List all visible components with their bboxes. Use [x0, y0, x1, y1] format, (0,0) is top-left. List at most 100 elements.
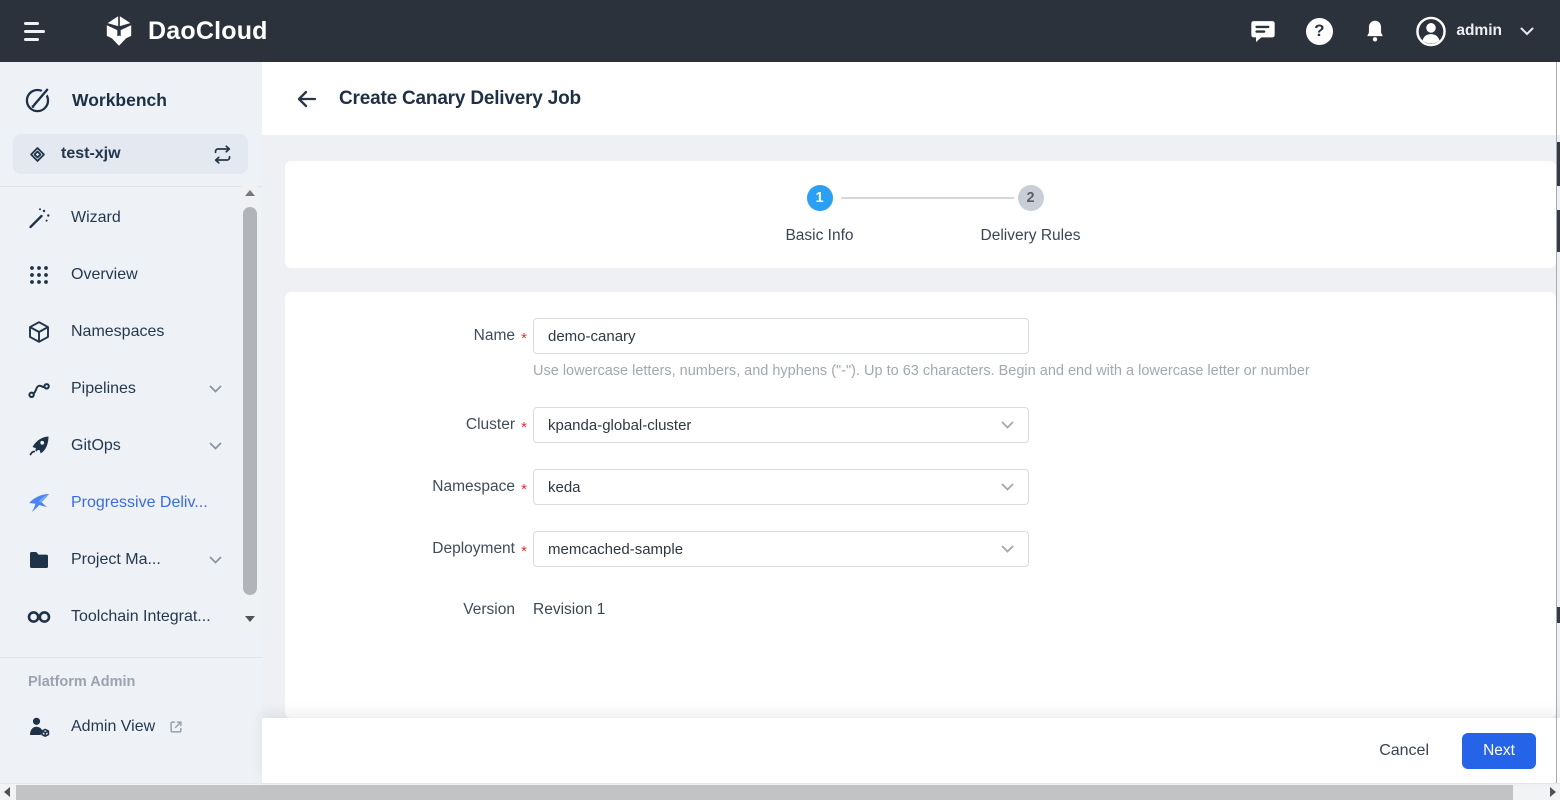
- sidebar-item-label: Overview: [71, 266, 138, 284]
- deployment-label: Deployment: [285, 540, 515, 558]
- chat-icon[interactable]: [1248, 16, 1278, 46]
- scroll-left-arrow[interactable]: [4, 787, 10, 797]
- name-label: Name: [285, 327, 515, 345]
- workbench-icon: [24, 86, 52, 114]
- sidebar-item-admin-view[interactable]: Admin View: [0, 698, 262, 755]
- version-value: Revision 1: [533, 601, 605, 619]
- chevron-down-icon: [1001, 545, 1014, 553]
- sidebar: Workbench test-xjw: [0, 62, 262, 783]
- workspace-name: test-xjw: [61, 145, 121, 163]
- workbench-title: Workbench: [72, 90, 167, 111]
- switch-workspace-icon[interactable]: [212, 144, 233, 165]
- workspace-selector[interactable]: test-xjw: [13, 134, 248, 174]
- body: Workbench test-xjw: [0, 62, 1560, 783]
- horizontal-scrollbar-thumb[interactable]: [16, 785, 1513, 800]
- sidebar-item-progressive-delivery[interactable]: Progressive Deliv...: [0, 474, 262, 531]
- cluster-field-row: Cluster * kpanda-global-cluster: [285, 407, 1556, 443]
- external-link-icon: [167, 718, 185, 736]
- required-marker-spacer: [515, 608, 533, 612]
- sidebar-scrollbar[interactable]: [242, 184, 258, 628]
- platform-admin-section-label: Platform Admin: [0, 658, 262, 690]
- deployment-select[interactable]: memcached-sample: [533, 531, 1029, 567]
- cluster-select[interactable]: kpanda-global-cluster: [533, 407, 1029, 443]
- user-avatar[interactable]: [1416, 16, 1446, 46]
- cluster-label: Cluster: [285, 416, 515, 434]
- sidebar-item-label: GitOps: [71, 437, 121, 455]
- workspace-icon: [28, 145, 47, 164]
- version-label: Version: [285, 601, 515, 619]
- page-title: Create Canary Delivery Job: [339, 88, 581, 110]
- hamburger-menu-icon[interactable]: [24, 18, 54, 44]
- cube-icon: [26, 320, 52, 344]
- horizontal-scrollbar[interactable]: [0, 783, 1560, 800]
- notification-bell-icon[interactable]: [1360, 16, 1390, 46]
- pipeline-icon: [26, 377, 52, 401]
- stepper: 1 2 Basic Info Delivery Rules: [711, 185, 1131, 249]
- form-card: Name * Use lowercase letters, numbers, a…: [285, 292, 1556, 718]
- deployment-field-row: Deployment * memcached-sample: [285, 531, 1556, 567]
- rocket-icon: [26, 434, 52, 458]
- chevron-down-icon: [1001, 421, 1014, 429]
- stepper-card: 1 2 Basic Info Delivery Rules: [285, 161, 1556, 268]
- name-field-row: Name *: [285, 318, 1556, 354]
- wand-icon: [26, 206, 52, 230]
- brand-logo[interactable]: DaoCloud: [102, 15, 268, 47]
- sidebar-nav: Wizard Overview: [0, 189, 262, 645]
- workbench-header: Workbench: [0, 62, 262, 124]
- folder-icon: [26, 548, 52, 572]
- sidebar-item-namespaces[interactable]: Namespaces: [0, 303, 262, 360]
- grid-dots-icon: [26, 264, 52, 286]
- step-connector-line: [841, 197, 1014, 199]
- back-arrow-icon[interactable]: [295, 87, 319, 111]
- sidebar-item-label: Progressive Deliv...: [71, 494, 208, 512]
- sidebar-item-label: Toolchain Integrat...: [71, 608, 211, 626]
- app-window: DaoCloud ?: [0, 0, 1560, 800]
- sidebar-item-label: Wizard: [71, 209, 121, 227]
- cancel-button[interactable]: Cancel: [1379, 742, 1429, 760]
- navbar-actions: ? admin: [1222, 16, 1540, 46]
- next-button[interactable]: Next: [1462, 733, 1536, 769]
- sidebar-item-overview[interactable]: Overview: [0, 246, 262, 303]
- brand-name: DaoCloud: [148, 17, 268, 46]
- name-input[interactable]: [533, 318, 1029, 354]
- form-footer: Cancel Next: [262, 718, 1560, 783]
- sidebar-item-pipelines[interactable]: Pipelines: [0, 360, 262, 417]
- sidebar-item-wizard[interactable]: Wizard: [0, 189, 262, 246]
- top-navbar: DaoCloud ?: [0, 0, 1560, 62]
- scroll-right-arrow[interactable]: [1550, 787, 1556, 797]
- user-menu-chevron-down-icon[interactable]: [1520, 27, 1534, 36]
- step-2-circle: 2: [1018, 185, 1044, 211]
- scroll-down-arrow[interactable]: [245, 616, 255, 622]
- sidebar-item-label: Project Ma...: [71, 551, 161, 569]
- chevron-down-icon: [1001, 483, 1014, 491]
- bird-icon: [26, 491, 52, 515]
- sidebar-item-project-management[interactable]: Project Ma...: [0, 531, 262, 588]
- user-name: admin: [1456, 22, 1502, 40]
- required-marker: *: [515, 326, 533, 347]
- help-icon[interactable]: ?: [1304, 16, 1334, 46]
- sidebar-item-label: Admin View: [71, 718, 155, 736]
- deployment-select-value: memcached-sample: [548, 541, 683, 558]
- required-marker: *: [515, 415, 533, 436]
- name-hint: Use lowercase letters, numbers, and hyph…: [533, 363, 1556, 379]
- main-area: Create Canary Delivery Job 1 2 Basic Inf…: [262, 62, 1560, 783]
- required-marker: *: [515, 477, 533, 498]
- sidebar-scrollbar-thumb[interactable]: [243, 207, 257, 595]
- page-content: 1 2 Basic Info Delivery Rules Name * Use…: [262, 135, 1560, 718]
- sidebar-item-toolchain-integration[interactable]: Toolchain Integrat...: [0, 588, 262, 645]
- namespace-select-value: keda: [548, 479, 581, 496]
- step-2-label: Delivery Rules: [981, 227, 1081, 245]
- step-1-circle: 1: [807, 185, 833, 211]
- sidebar-item-label: Pipelines: [71, 380, 136, 398]
- sidebar-item-label: Namespaces: [71, 323, 164, 341]
- sidebar-item-gitops[interactable]: GitOps: [0, 417, 262, 474]
- namespace-select[interactable]: keda: [533, 469, 1029, 505]
- namespace-field-row: Namespace * keda: [285, 469, 1556, 505]
- namespace-label: Namespace: [285, 478, 515, 496]
- chevron-down-icon: [209, 442, 222, 450]
- scroll-up-arrow[interactable]: [245, 190, 255, 196]
- infinity-icon: [26, 607, 52, 627]
- chevron-down-icon: [209, 556, 222, 564]
- admin-user-icon: [26, 715, 52, 739]
- version-field-row: Version Revision 1: [285, 601, 1556, 619]
